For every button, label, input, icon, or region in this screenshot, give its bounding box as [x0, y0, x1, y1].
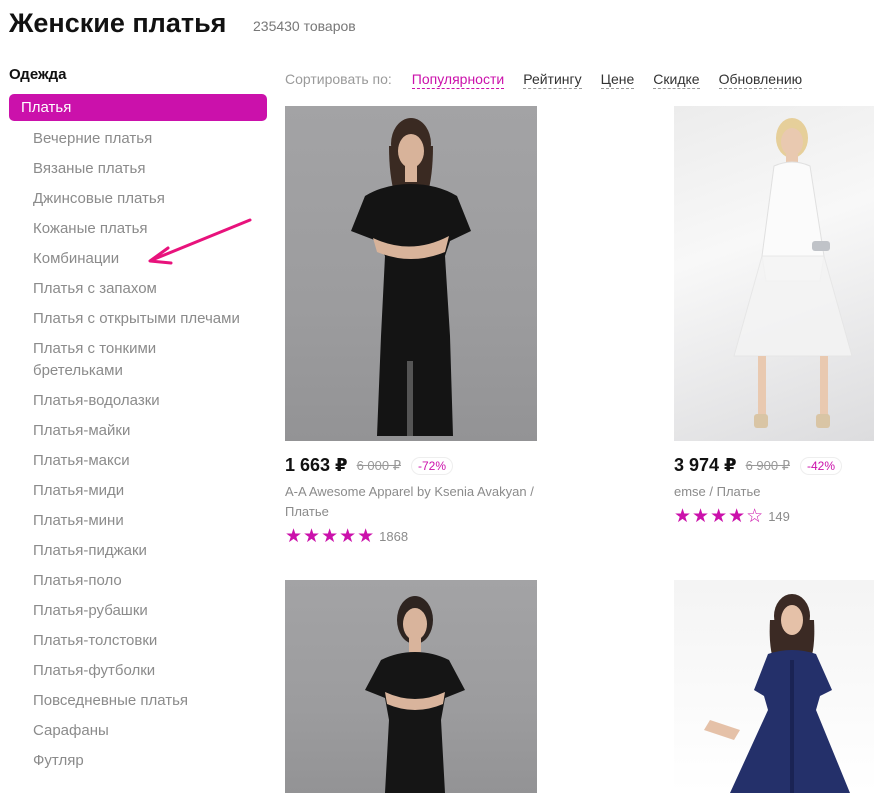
- sidebar-item[interactable]: Платья-майки: [9, 416, 259, 446]
- product-old-price: 6 000 ₽: [356, 457, 401, 473]
- sort-label: Сортировать по:: [285, 71, 392, 87]
- discount-badge: -72%: [411, 456, 454, 475]
- arrow-icon: [148, 218, 252, 265]
- sidebar-item[interactable]: Платья-футболки: [9, 656, 259, 686]
- sidebar-item[interactable]: Вечерние платья: [9, 124, 259, 154]
- product-brand[interactable]: emse / Платье: [674, 482, 874, 502]
- sidebar-item[interactable]: Платья-пиджаки: [9, 536, 259, 566]
- sidebar-item[interactable]: Сарафаны: [9, 716, 259, 746]
- product-brand[interactable]: A-A Awesome Apparel by Ksenia Avakyan / …: [285, 482, 537, 522]
- star-empty-icon: ☆: [746, 506, 765, 527]
- sidebar-item[interactable]: Платья-макси: [9, 446, 259, 476]
- sort-discount[interactable]: Скидке: [653, 71, 700, 89]
- sidebar-item[interactable]: Платья-мини: [9, 506, 259, 536]
- sidebar-item[interactable]: Джинсовые платья: [9, 184, 259, 214]
- product-photo-figure: [351, 118, 471, 436]
- product-image[interactable]: [674, 580, 874, 793]
- product-rating: ★★★★ ☆ 149: [674, 505, 874, 528]
- sidebar-item[interactable]: Повседневные платья: [9, 686, 259, 716]
- product-price: 1 663 ₽: [285, 455, 348, 475]
- product-card[interactable]: 3 974 ₽ 6 900 ₽ -42% emse / Платье ★★★★ …: [674, 106, 874, 528]
- sidebar-item[interactable]: Футляр: [9, 746, 259, 776]
- sidebar-item[interactable]: Платья-рубашки: [9, 596, 259, 626]
- sidebar-item[interactable]: Платья-водолазки: [9, 386, 259, 416]
- product-photo-figure: [365, 596, 465, 793]
- review-count[interactable]: 149: [768, 509, 790, 524]
- sidebar-item[interactable]: Платья с открытыми плечами: [9, 304, 259, 334]
- star-icon: ★★★★★: [285, 526, 376, 547]
- discount-badge: -42%: [800, 456, 843, 475]
- sidebar-item[interactable]: Вязаные платья: [9, 154, 259, 184]
- sidebar-item[interactable]: Платья-поло: [9, 566, 259, 596]
- sort-price[interactable]: Цене: [600, 71, 635, 89]
- category-sidebar: Одежда Платья Вечерние платья Вязаные пл…: [9, 64, 267, 776]
- product-price: 3 974 ₽: [674, 455, 737, 475]
- product-image[interactable]: [285, 106, 537, 441]
- product-photo-figure: [733, 118, 853, 428]
- star-icon: ★★★★: [674, 506, 747, 527]
- sidebar-item-active[interactable]: Платья: [9, 94, 267, 121]
- sidebar-item[interactable]: Платья-миди: [9, 476, 259, 506]
- product-card[interactable]: 1 663 ₽ 6 000 ₽ -72% A-A Awesome Apparel…: [285, 106, 537, 548]
- sidebar-item[interactable]: Платья с запахом: [9, 274, 259, 304]
- sidebar-item[interactable]: Платья с тонкими бретельками: [9, 334, 209, 386]
- product-photo-figure: [704, 594, 850, 793]
- review-count[interactable]: 1868: [379, 529, 408, 544]
- sidebar-heading[interactable]: Одежда: [9, 64, 267, 88]
- product-card[interactable]: [285, 580, 537, 793]
- sort-rating[interactable]: Рейтингу: [523, 71, 582, 89]
- product-image[interactable]: [285, 580, 537, 793]
- sort-popularity[interactable]: Популярности: [411, 71, 505, 89]
- sidebar-item[interactable]: Платья-толстовки: [9, 626, 259, 656]
- product-old-price: 6 900 ₽: [745, 457, 790, 473]
- sort-bar: Сортировать по: Популярности Рейтингу Це…: [285, 71, 821, 89]
- page-title: Женские платья: [9, 8, 227, 38]
- product-card[interactable]: [674, 580, 874, 793]
- sort-newest[interactable]: Обновлению: [718, 71, 803, 89]
- product-count: 235430 товаров: [253, 18, 356, 34]
- product-rating: ★★★★★ 1868: [285, 525, 537, 548]
- product-image[interactable]: [674, 106, 874, 441]
